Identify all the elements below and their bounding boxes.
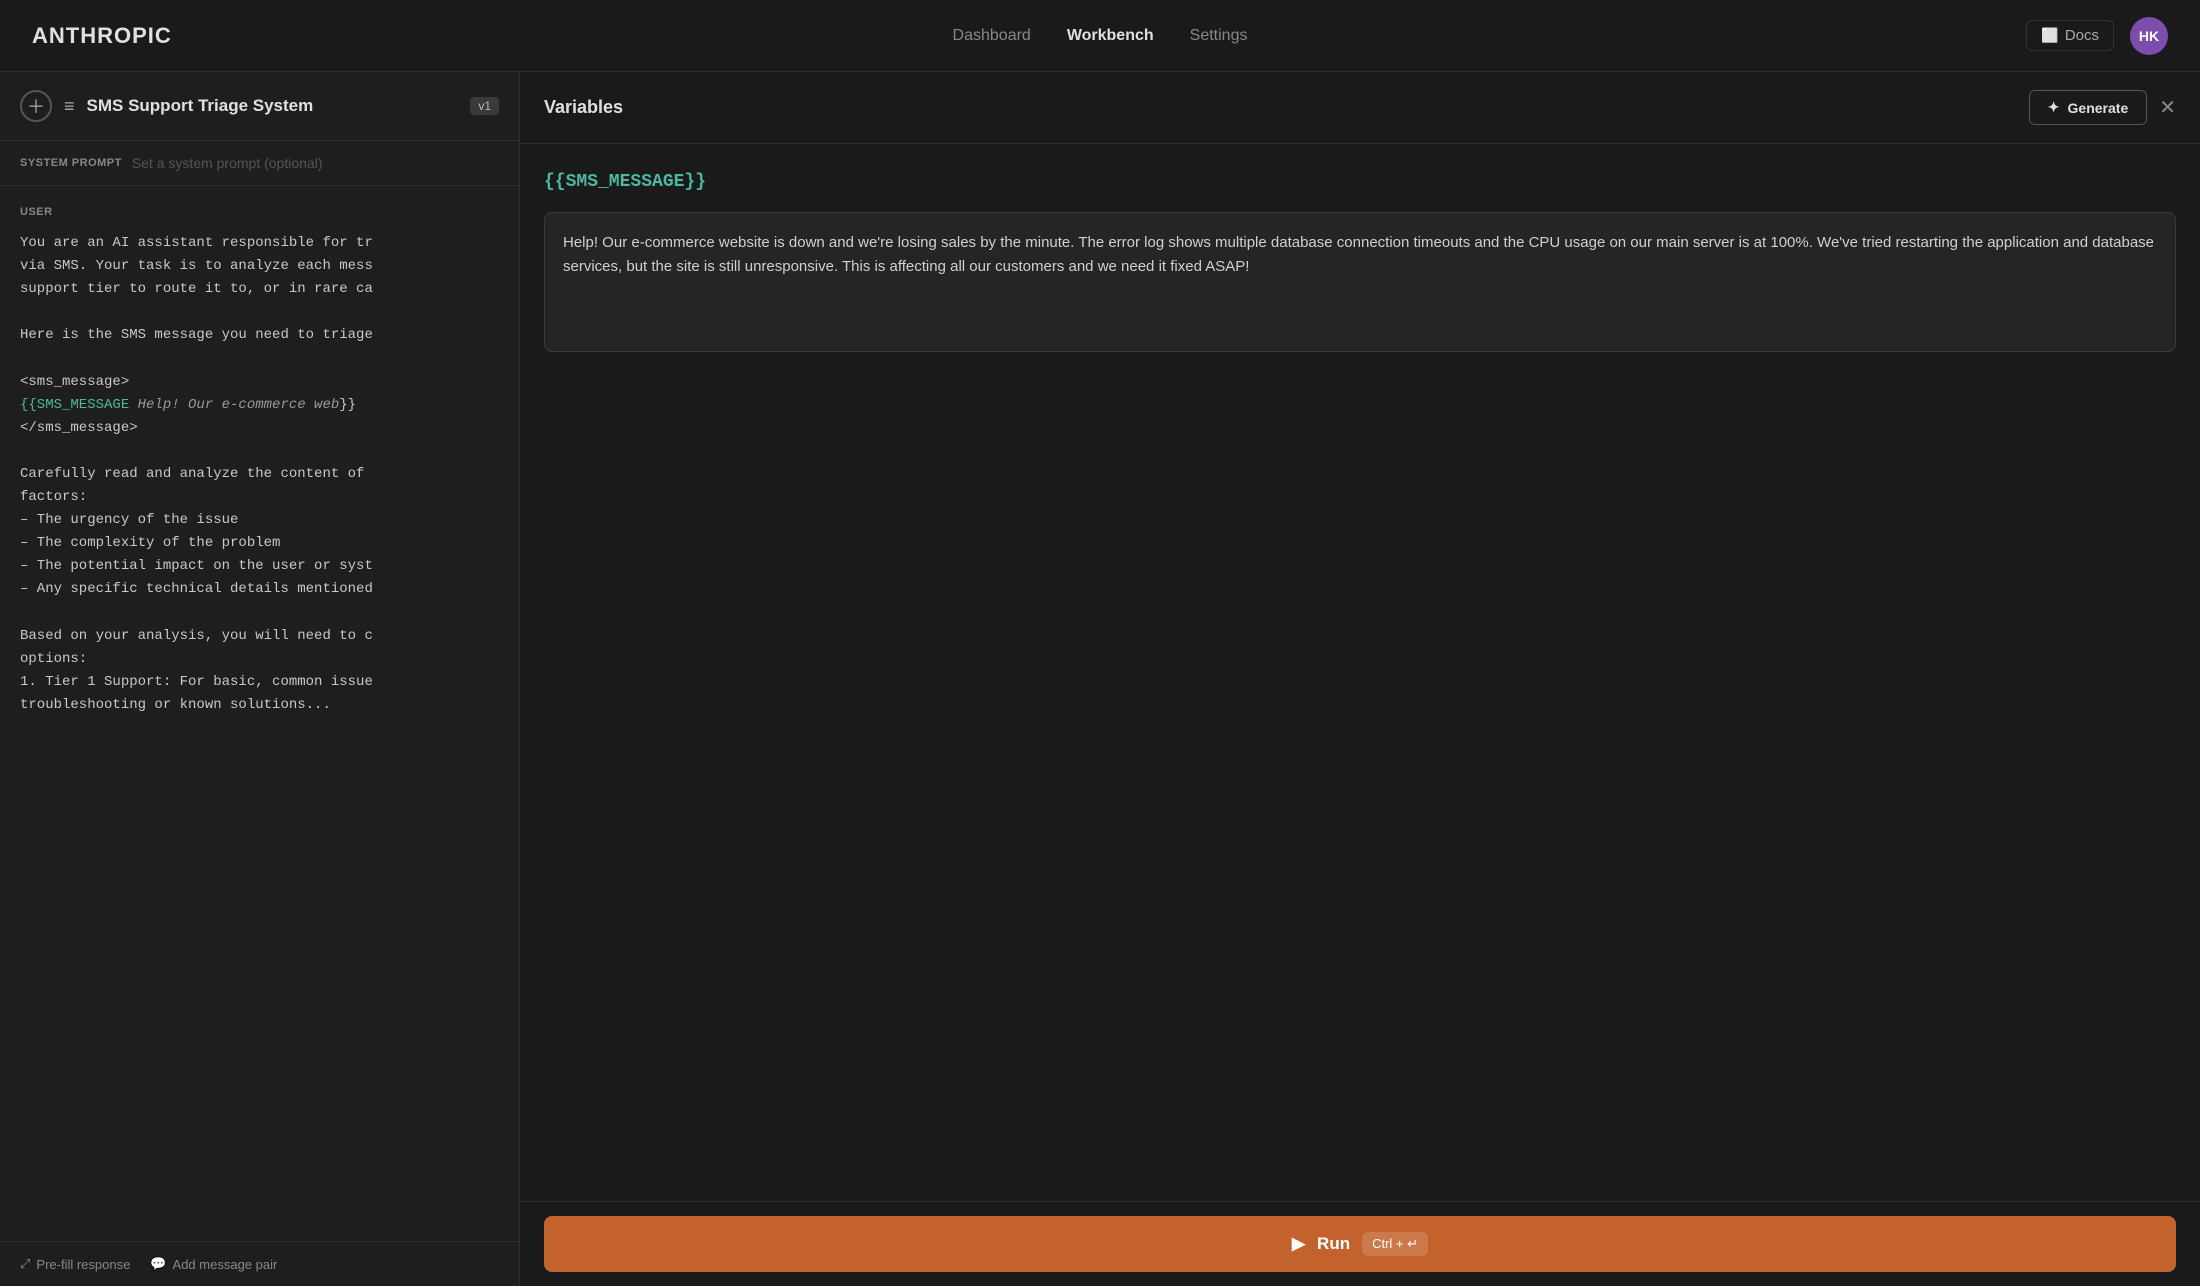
run-shortcut: Ctrl + ↵	[1362, 1232, 1428, 1256]
right-content: {{SMS_MESSAGE}} Help! Our e-commerce web…	[520, 144, 2200, 1201]
add-message-label: Add message pair	[173, 1257, 278, 1272]
nav-settings[interactable]: Settings	[1190, 27, 1248, 45]
user-label: USER	[20, 206, 499, 218]
add-message-icon: 💬	[150, 1256, 166, 1272]
pre-fill-button[interactable]: ⤢ Pre-fill response	[20, 1256, 130, 1272]
pre-fill-icon: ⤢	[20, 1256, 30, 1272]
close-button[interactable]: ✕	[2159, 95, 2176, 120]
run-bar: ▶ Run Ctrl + ↵	[520, 1201, 2200, 1286]
run-label: Run	[1317, 1234, 1350, 1254]
version-badge: v1	[470, 97, 499, 115]
nav-workbench[interactable]: Workbench	[1067, 27, 1154, 45]
nav-dashboard[interactable]: Dashboard	[953, 27, 1031, 45]
variable-value-input[interactable]: Help! Our e-commerce website is down and…	[544, 212, 2176, 352]
run-button[interactable]: ▶ Run Ctrl + ↵	[544, 1216, 2176, 1272]
system-prompt-placeholder[interactable]: Set a system prompt (optional)	[132, 155, 323, 171]
panel-header: ＋ ≡ SMS Support Triage System v1	[0, 72, 519, 141]
variable-name: {{SMS_MESSAGE}}	[544, 172, 2176, 192]
system-prompt-bar: SYSTEM PROMPT Set a system prompt (optio…	[0, 141, 519, 186]
docs-label: Docs	[2065, 27, 2099, 44]
system-prompt-label: SYSTEM PROMPT	[20, 157, 122, 169]
variable-inline-value: Help! Our e-commerce web	[129, 397, 339, 413]
right-panel: Variables ✦ Generate ✕ {{SMS_MESSAGE}} H…	[520, 72, 2200, 1286]
sparkle-icon: ✦	[2048, 99, 2060, 116]
right-header: Variables ✦ Generate ✕	[520, 72, 2200, 144]
user-content: You are an AI assistant responsible for …	[20, 232, 499, 717]
doc-icon: ⬜	[2041, 27, 2058, 44]
nav-right: ⬜ Docs HK	[2026, 17, 2168, 55]
variables-title: Variables	[544, 97, 2029, 118]
add-icon[interactable]: ＋	[20, 90, 52, 122]
avatar[interactable]: HK	[2130, 17, 2168, 55]
variable-tag-inline: {{SMS_MESSAGE	[20, 397, 129, 413]
user-section: USER You are an AI assistant responsible…	[0, 186, 519, 1241]
nav-links: Dashboard Workbench Settings	[953, 27, 1248, 45]
top-nav: ANTHROPIC Dashboard Workbench Settings ⬜…	[0, 0, 2200, 72]
left-panel: ＋ ≡ SMS Support Triage System v1 SYSTEM …	[0, 72, 520, 1286]
pre-fill-label: Pre-fill response	[36, 1257, 130, 1272]
generate-label: Generate	[2068, 100, 2129, 116]
generate-button[interactable]: ✦ Generate	[2029, 90, 2147, 125]
play-icon: ▶	[1292, 1234, 1305, 1254]
main-layout: ＋ ≡ SMS Support Triage System v1 SYSTEM …	[0, 72, 2200, 1286]
logo: ANTHROPIC	[32, 23, 172, 49]
panel-title: SMS Support Triage System	[87, 96, 459, 116]
add-message-pair-button[interactable]: 💬 Add message pair	[150, 1256, 277, 1272]
left-bottom-toolbar: ⤢ Pre-fill response 💬 Add message pair	[0, 1241, 519, 1286]
docs-button[interactable]: ⬜ Docs	[2026, 20, 2114, 51]
list-icon[interactable]: ≡	[64, 96, 75, 117]
